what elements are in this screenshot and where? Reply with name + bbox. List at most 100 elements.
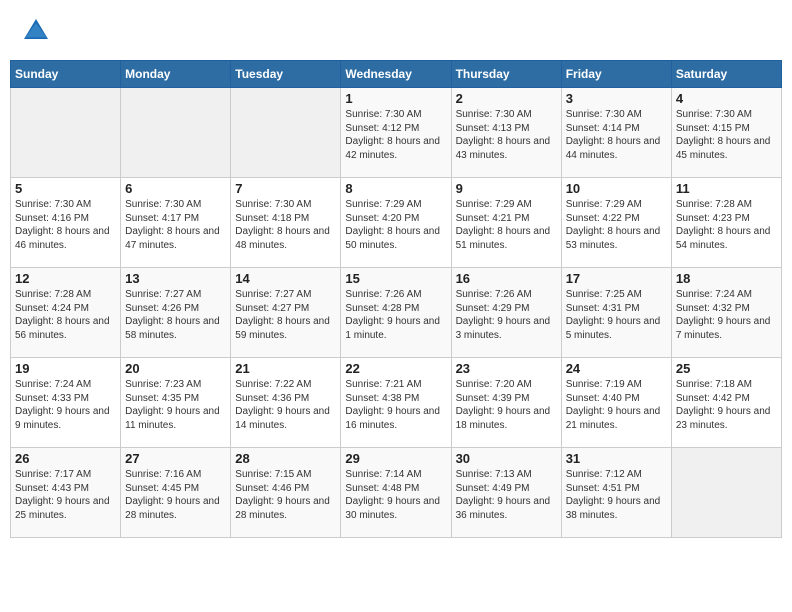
calendar-cell: 26 Sunrise: 7:17 AM Sunset: 4:43 PM Dayli… bbox=[11, 448, 121, 538]
day-info: Sunrise: 7:30 AM Sunset: 4:16 PM Dayligh… bbox=[15, 198, 116, 252]
weekday-header-saturday: Saturday bbox=[671, 61, 781, 88]
calendar-cell: 28 Sunrise: 7:15 AM Sunset: 4:46 PM Dayli… bbox=[231, 448, 341, 538]
calendar-cell: 7 Sunrise: 7:30 AM Sunset: 4:18 PM Daylig… bbox=[231, 178, 341, 268]
day-number: 4 bbox=[676, 91, 777, 106]
day-number: 15 bbox=[345, 271, 446, 286]
calendar-cell: 13 Sunrise: 7:27 AM Sunset: 4:26 PM Dayli… bbox=[121, 268, 231, 358]
calendar-cell: 20 Sunrise: 7:23 AM Sunset: 4:35 PM Dayli… bbox=[121, 358, 231, 448]
day-info: Sunrise: 7:17 AM Sunset: 4:43 PM Dayligh… bbox=[15, 468, 116, 522]
calendar-cell: 3 Sunrise: 7:30 AM Sunset: 4:14 PM Daylig… bbox=[561, 88, 671, 178]
calendar-cell: 9 Sunrise: 7:29 AM Sunset: 4:21 PM Daylig… bbox=[451, 178, 561, 268]
day-number: 31 bbox=[566, 451, 667, 466]
day-number: 9 bbox=[456, 181, 557, 196]
day-info: Sunrise: 7:16 AM Sunset: 4:45 PM Dayligh… bbox=[125, 468, 226, 522]
day-info: Sunrise: 7:28 AM Sunset: 4:23 PM Dayligh… bbox=[676, 198, 777, 252]
calendar-cell: 8 Sunrise: 7:29 AM Sunset: 4:20 PM Daylig… bbox=[341, 178, 451, 268]
calendar-cell bbox=[121, 88, 231, 178]
logo bbox=[20, 15, 56, 47]
day-number: 18 bbox=[676, 271, 777, 286]
day-number: 21 bbox=[235, 361, 336, 376]
day-info: Sunrise: 7:22 AM Sunset: 4:36 PM Dayligh… bbox=[235, 378, 336, 432]
day-info: Sunrise: 7:23 AM Sunset: 4:35 PM Dayligh… bbox=[125, 378, 226, 432]
day-info: Sunrise: 7:26 AM Sunset: 4:28 PM Dayligh… bbox=[345, 288, 446, 342]
weekday-header-monday: Monday bbox=[121, 61, 231, 88]
day-info: Sunrise: 7:29 AM Sunset: 4:22 PM Dayligh… bbox=[566, 198, 667, 252]
calendar-cell: 21 Sunrise: 7:22 AM Sunset: 4:36 PM Dayli… bbox=[231, 358, 341, 448]
day-number: 14 bbox=[235, 271, 336, 286]
day-info: Sunrise: 7:24 AM Sunset: 4:33 PM Dayligh… bbox=[15, 378, 116, 432]
calendar-cell: 27 Sunrise: 7:16 AM Sunset: 4:45 PM Dayli… bbox=[121, 448, 231, 538]
day-info: Sunrise: 7:18 AM Sunset: 4:42 PM Dayligh… bbox=[676, 378, 777, 432]
calendar-week-row: 19Sunrise: 7:24 AM Sunset: 4:33 PM Dayli… bbox=[11, 358, 782, 448]
day-info: Sunrise: 7:14 AM Sunset: 4:48 PM Dayligh… bbox=[345, 468, 446, 522]
weekday-header-wednesday: Wednesday bbox=[341, 61, 451, 88]
calendar-cell: 2Sunrise: 7:30 AM Sunset: 4:13 PM Daylig… bbox=[451, 88, 561, 178]
day-info: Sunrise: 7:20 AM Sunset: 4:39 PM Dayligh… bbox=[456, 378, 557, 432]
day-info: Sunrise: 7:30 AM Sunset: 4:18 PM Dayligh… bbox=[235, 198, 336, 252]
day-number: 27 bbox=[125, 451, 226, 466]
calendar-cell: 23 Sunrise: 7:20 AM Sunset: 4:39 PM Dayli… bbox=[451, 358, 561, 448]
calendar-cell: 31 Sunrise: 7:12 AM Sunset: 4:51 PM Dayli… bbox=[561, 448, 671, 538]
day-number: 7 bbox=[235, 181, 336, 196]
day-number: 1 bbox=[345, 91, 446, 106]
day-number: 24 bbox=[566, 361, 667, 376]
calendar-cell: 17 Sunrise: 7:25 AM Sunset: 4:31 PM Dayli… bbox=[561, 268, 671, 358]
weekday-header-row: SundayMondayTuesdayWednesdayThursdayFrid… bbox=[11, 61, 782, 88]
day-info: Sunrise: 7:26 AM Sunset: 4:29 PM Dayligh… bbox=[456, 288, 557, 342]
day-info: Sunrise: 7:30 AM Sunset: 4:12 PM Dayligh… bbox=[345, 108, 446, 162]
calendar-week-row: 12Sunrise: 7:28 AM Sunset: 4:24 PM Dayli… bbox=[11, 268, 782, 358]
calendar-week-row: 1 Sunrise: 7:30 AM Sunset: 4:12 PM Daylig… bbox=[11, 88, 782, 178]
day-info: Sunrise: 7:15 AM Sunset: 4:46 PM Dayligh… bbox=[235, 468, 336, 522]
day-number: 23 bbox=[456, 361, 557, 376]
calendar-cell: 25 Sunrise: 7:18 AM Sunset: 4:42 PM Dayli… bbox=[671, 358, 781, 448]
day-number: 29 bbox=[345, 451, 446, 466]
weekday-header-friday: Friday bbox=[561, 61, 671, 88]
weekday-header-tuesday: Tuesday bbox=[231, 61, 341, 88]
day-info: Sunrise: 7:24 AM Sunset: 4:32 PM Dayligh… bbox=[676, 288, 777, 342]
day-info: Sunrise: 7:13 AM Sunset: 4:49 PM Dayligh… bbox=[456, 468, 557, 522]
calendar-cell bbox=[671, 448, 781, 538]
day-info: Sunrise: 7:21 AM Sunset: 4:38 PM Dayligh… bbox=[345, 378, 446, 432]
day-info: Sunrise: 7:30 AM Sunset: 4:14 PM Dayligh… bbox=[566, 108, 667, 162]
calendar-table: SundayMondayTuesdayWednesdayThursdayFrid… bbox=[10, 60, 782, 538]
day-info: Sunrise: 7:30 AM Sunset: 4:13 PM Dayligh… bbox=[456, 108, 557, 162]
day-number: 28 bbox=[235, 451, 336, 466]
day-number: 6 bbox=[125, 181, 226, 196]
calendar-cell: 4Sunrise: 7:30 AM Sunset: 4:15 PM Daylig… bbox=[671, 88, 781, 178]
calendar-cell: 19Sunrise: 7:24 AM Sunset: 4:33 PM Dayli… bbox=[11, 358, 121, 448]
day-number: 5 bbox=[15, 181, 116, 196]
calendar-cell bbox=[11, 88, 121, 178]
day-number: 8 bbox=[345, 181, 446, 196]
calendar-cell: 30Sunrise: 7:13 AM Sunset: 4:49 PM Dayli… bbox=[451, 448, 561, 538]
calendar-cell: 15 Sunrise: 7:26 AM Sunset: 4:28 PM Dayli… bbox=[341, 268, 451, 358]
calendar-cell: 24 Sunrise: 7:19 AM Sunset: 4:40 PM Dayli… bbox=[561, 358, 671, 448]
day-number: 25 bbox=[676, 361, 777, 376]
calendar-cell: 14 Sunrise: 7:27 AM Sunset: 4:27 PM Dayli… bbox=[231, 268, 341, 358]
day-info: Sunrise: 7:29 AM Sunset: 4:20 PM Dayligh… bbox=[345, 198, 446, 252]
day-info: Sunrise: 7:19 AM Sunset: 4:40 PM Dayligh… bbox=[566, 378, 667, 432]
day-info: Sunrise: 7:12 AM Sunset: 4:51 PM Dayligh… bbox=[566, 468, 667, 522]
day-info: Sunrise: 7:27 AM Sunset: 4:26 PM Dayligh… bbox=[125, 288, 226, 342]
day-number: 20 bbox=[125, 361, 226, 376]
day-number: 17 bbox=[566, 271, 667, 286]
day-number: 13 bbox=[125, 271, 226, 286]
calendar-cell: 18 Sunrise: 7:24 AM Sunset: 4:32 PM Dayli… bbox=[671, 268, 781, 358]
day-number: 16 bbox=[456, 271, 557, 286]
calendar-cell: 10Sunrise: 7:29 AM Sunset: 4:22 PM Dayli… bbox=[561, 178, 671, 268]
day-info: Sunrise: 7:25 AM Sunset: 4:31 PM Dayligh… bbox=[566, 288, 667, 342]
weekday-header-thursday: Thursday bbox=[451, 61, 561, 88]
calendar-week-row: 5 Sunrise: 7:30 AM Sunset: 4:16 PM Daylig… bbox=[11, 178, 782, 268]
weekday-header-sunday: Sunday bbox=[11, 61, 121, 88]
day-number: 22 bbox=[345, 361, 446, 376]
calendar-cell: 22 Sunrise: 7:21 AM Sunset: 4:38 PM Dayli… bbox=[341, 358, 451, 448]
day-info: Sunrise: 7:29 AM Sunset: 4:21 PM Dayligh… bbox=[456, 198, 557, 252]
day-info: Sunrise: 7:30 AM Sunset: 4:17 PM Dayligh… bbox=[125, 198, 226, 252]
calendar-cell: 6 Sunrise: 7:30 AM Sunset: 4:17 PM Daylig… bbox=[121, 178, 231, 268]
calendar-cell bbox=[231, 88, 341, 178]
calendar-cell: 5 Sunrise: 7:30 AM Sunset: 4:16 PM Daylig… bbox=[11, 178, 121, 268]
day-number: 3 bbox=[566, 91, 667, 106]
calendar-cell: 29 Sunrise: 7:14 AM Sunset: 4:48 PM Dayli… bbox=[341, 448, 451, 538]
day-info: Sunrise: 7:28 AM Sunset: 4:24 PM Dayligh… bbox=[15, 288, 116, 342]
day-number: 26 bbox=[15, 451, 116, 466]
day-info: Sunrise: 7:27 AM Sunset: 4:27 PM Dayligh… bbox=[235, 288, 336, 342]
